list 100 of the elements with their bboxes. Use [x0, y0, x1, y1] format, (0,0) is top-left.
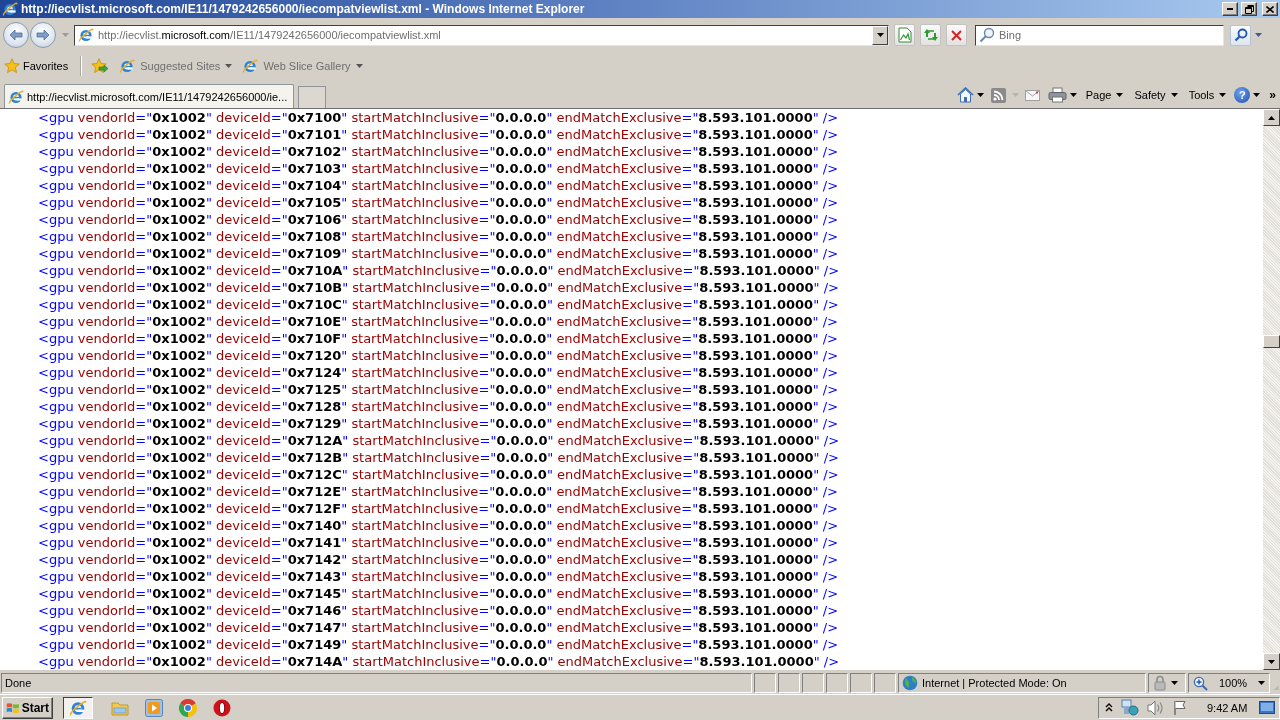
search-button[interactable]	[1230, 24, 1251, 46]
xml-line: <gpu vendorId="0x1002" deviceId="0x7149" startMatchInclusive="0.0.0.0" endMatchExclusive="8.593.101.0000" />	[38, 636, 839, 653]
xml-line: <gpu vendorId="0x1002" deviceId="0x7143" startMatchInclusive="0.0.0.0" endMatchExclusive="8.593.101.0000" />	[38, 568, 839, 585]
flag-icon[interactable]	[1173, 699, 1189, 716]
xml-line: <gpu vendorId="0x1002" deviceId="0x7100" startMatchInclusive="0.0.0.0" endMatchExclusive="8.593.101.0000" />	[38, 109, 839, 126]
xml-line: <gpu vendorId="0x1002" deviceId="0x714A" startMatchInclusive="0.0.0.0" endMatchExclusive="8.593.101.0000" />	[38, 653, 840, 670]
arrow-left-icon	[9, 29, 23, 41]
play-icon[interactable]	[145, 698, 163, 717]
browser-logo-icon	[119, 58, 136, 74]
xml-line: <gpu vendorId="0x1002" deviceId="0x7146" startMatchInclusive="0.0.0.0" endMatchExclusive="8.593.101.0000" />	[38, 602, 839, 619]
triangle-down-icon	[1268, 659, 1275, 664]
page-icon	[897, 27, 912, 43]
scroll-down-button[interactable]	[1263, 653, 1280, 670]
caret-icon	[1069, 93, 1077, 97]
search-field[interactable]: Bing	[975, 24, 1224, 46]
menu-button[interactable]: Tools	[1186, 89, 1229, 101]
address-field[interactable]: http://iecvlist.microsoft.com/IE11/1479242656000/iecompatviewlist.xml	[74, 24, 889, 46]
print-button[interactable]	[1047, 87, 1077, 103]
triangle-up-icon	[1268, 115, 1275, 120]
zoom-button[interactable]: 100%	[1188, 673, 1270, 693]
refresh-icon	[922, 28, 939, 42]
tricolor-circle-icon[interactable]	[179, 698, 197, 717]
browser-logo-icon	[2, 1, 18, 17]
menu-button[interactable]: Safety	[1132, 89, 1180, 101]
xml-line: <gpu vendorId="0x1002" deviceId="0x7120" startMatchInclusive="0.0.0.0" endMatchExclusive="8.593.101.0000" />	[38, 347, 839, 364]
globe-icon	[902, 675, 918, 691]
search-options-button[interactable]	[1255, 33, 1262, 37]
close-icon	[951, 29, 962, 41]
status-text: Done	[1, 673, 752, 693]
scroll-up-button[interactable]	[1263, 109, 1280, 126]
caret-icon	[225, 64, 233, 68]
xml-line: <gpu vendorId="0x1002" deviceId="0x7145" startMatchInclusive="0.0.0.0" endMatchExclusive="8.593.101.0000" />	[38, 585, 839, 602]
xml-line: <gpu vendorId="0x1002" deviceId="0x710E" startMatchInclusive="0.0.0.0" endMatchExclusive="8.593.101.0000" />	[38, 313, 838, 330]
caret-icon	[355, 64, 363, 68]
xml-line: <gpu vendorId="0x1002" deviceId="0x712A" startMatchInclusive="0.0.0.0" endMatchExclusive="8.593.101.0000" />	[38, 432, 840, 449]
rss-icon	[990, 87, 1006, 103]
forward-button[interactable]	[30, 22, 56, 48]
favorites-button[interactable]: Favorites	[4, 58, 69, 74]
caret-icon	[1258, 681, 1265, 685]
chevron-up-icon[interactable]	[1105, 703, 1113, 712]
caret-icon	[1170, 93, 1178, 97]
more-commands-button[interactable]: »	[1263, 88, 1276, 102]
network-icon[interactable]	[1121, 699, 1139, 716]
xml-line: <gpu vendorId="0x1002" deviceId="0x7108" startMatchInclusive="0.0.0.0" endMatchExclusive="8.593.101.0000" />	[38, 228, 839, 245]
clock-text: 9:42 AM	[1207, 701, 1248, 714]
caret-icon	[1253, 93, 1261, 97]
status-pane	[850, 673, 872, 693]
house-icon	[956, 87, 974, 103]
search-icon	[979, 26, 995, 43]
close-icon	[1266, 5, 1274, 13]
caret-icon	[976, 93, 984, 97]
compatibility-view-button[interactable]	[894, 24, 915, 46]
xml-line: <gpu vendorId="0x1002" deviceId="0x7103" startMatchInclusive="0.0.0.0" endMatchExclusive="8.593.101.0000" />	[38, 160, 839, 177]
back-button[interactable]	[3, 22, 29, 48]
start-button[interactable]: Start	[2, 696, 53, 719]
caret-icon	[1116, 93, 1124, 97]
xml-line: <gpu vendorId="0x1002" deviceId="0x710F" startMatchInclusive="0.0.0.0" endMatchExclusive="8.593.101.0000" />	[38, 330, 838, 347]
feeds-button[interactable]	[990, 87, 1019, 103]
security-zone-text: Internet | Protected Mode: On	[922, 677, 1067, 689]
xml-line: <gpu vendorId="0x1002" deviceId="0x712C" startMatchInclusive="0.0.0.0" endMatchExclusive="8.593.101.0000" />	[38, 466, 839, 483]
show-desktop-icon[interactable]	[1259, 701, 1275, 714]
help-menu-button[interactable]	[1253, 93, 1261, 97]
lock-icon	[1153, 675, 1167, 691]
browser-tab[interactable]: http://iecvlist.microsoft.com/IE11/1479242656000/ie...	[4, 84, 295, 108]
status-pane	[754, 673, 776, 693]
minimize-button[interactable]	[1222, 2, 1238, 16]
caret-icon	[62, 33, 69, 37]
xml-line: <gpu vendorId="0x1002" deviceId="0x710A" startMatchInclusive="0.0.0.0" endMatchExclusive="8.593.101.0000" />	[38, 262, 840, 279]
xml-line: <gpu vendorId="0x1002" deviceId="0x710C" startMatchInclusive="0.0.0.0" endMatchExclusive="8.593.101.0000" />	[38, 296, 839, 313]
xml-line: <gpu vendorId="0x1002" deviceId="0x7104" startMatchInclusive="0.0.0.0" endMatchExclusive="8.593.101.0000" />	[38, 177, 839, 194]
xml-line: <gpu vendorId="0x1002" deviceId="0x712B" startMatchInclusive="0.0.0.0" endMatchExclusive="8.593.101.0000" />	[38, 449, 839, 466]
restore-button[interactable]	[1241, 2, 1257, 16]
zoom-in-icon	[1193, 675, 1208, 691]
url-text: http://iecvlist.microsoft.com/IE11/1479242656000/iecompatviewlist.xml	[98, 29, 442, 41]
close-button[interactable]	[1262, 2, 1278, 16]
browser-logo-icon	[69, 698, 87, 717]
envelope-icon	[1024, 89, 1040, 101]
xml-line: <gpu vendorId="0x1002" deviceId="0x7141" startMatchInclusive="0.0.0.0" endMatchExclusive="8.593.101.0000" />	[38, 534, 839, 551]
status-pane	[778, 673, 800, 693]
protected-mode-button[interactable]	[1148, 673, 1186, 693]
minimize-icon	[1227, 8, 1233, 10]
xml-line: <gpu vendorId="0x1002" deviceId="0x7105" startMatchInclusive="0.0.0.0" endMatchExclusive="8.593.101.0000" />	[38, 194, 839, 211]
scroll-thumb[interactable]	[1263, 335, 1280, 348]
browser-logo-icon	[8, 88, 24, 105]
stop-button[interactable]	[946, 24, 967, 46]
taskbar-button[interactable]	[63, 696, 93, 719]
xml-line: <gpu vendorId="0x1002" deviceId="0x7102" startMatchInclusive="0.0.0.0" endMatchExclusive="8.593.101.0000" />	[38, 143, 839, 160]
vertical-scrollbar[interactable]	[1263, 109, 1280, 670]
address-dropdown-button[interactable]	[872, 25, 888, 45]
arrow-right-icon	[36, 29, 50, 41]
xml-line: <gpu vendorId="0x1002" deviceId="0x710B" startMatchInclusive="0.0.0.0" endMatchExclusive="8.593.101.0000" />	[38, 279, 839, 296]
ring-icon[interactable]	[213, 698, 231, 717]
refresh-button[interactable]	[920, 24, 941, 46]
home-button[interactable]	[956, 87, 984, 103]
caret-icon	[1171, 681, 1178, 685]
speaker-icon[interactable]	[1147, 699, 1165, 716]
caret-icon	[1011, 93, 1019, 97]
menu-button[interactable]: Page	[1083, 89, 1126, 101]
xml-line: <gpu vendorId="0x1002" deviceId="0x712F" startMatchInclusive="0.0.0.0" endMatchExclusive="8.593.101.0000" />	[38, 500, 838, 517]
printer-icon	[1047, 87, 1067, 103]
